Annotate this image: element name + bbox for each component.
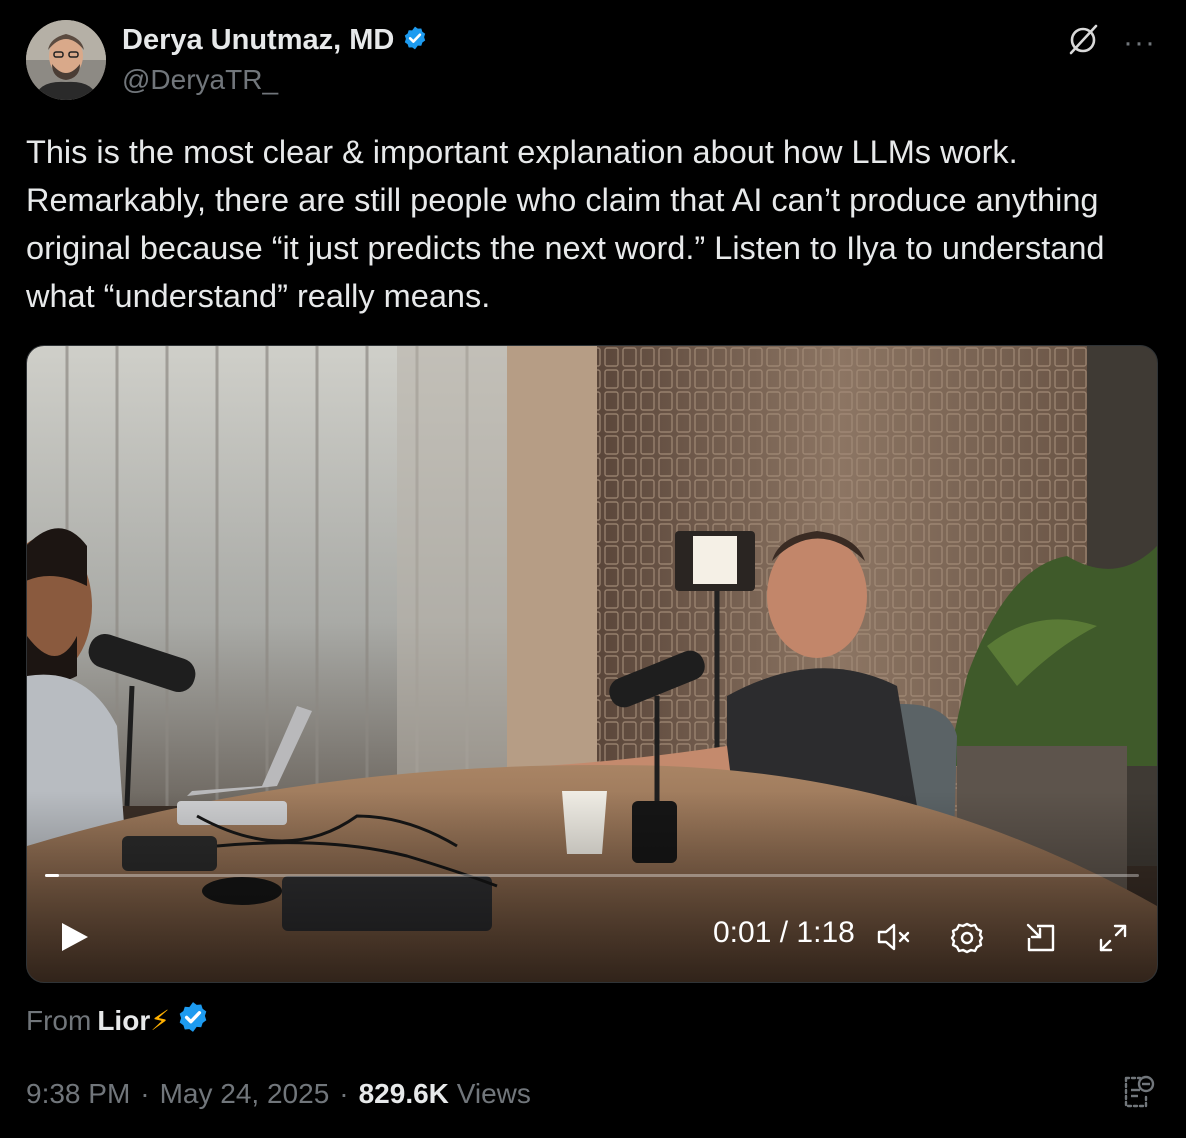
video-progress-fill — [45, 874, 60, 877]
meta-separator: · — [140, 1078, 150, 1109]
tweet-date[interactable]: May 24, 2025 — [160, 1078, 330, 1110]
lightning-emoji: ⚡ — [150, 1005, 170, 1036]
tweet-time[interactable]: 9:38 PM — [26, 1078, 130, 1110]
meta-separator: · — [339, 1078, 349, 1109]
current-time: 0:01 — [713, 916, 772, 949]
attribution-name[interactable]: Lior⚡ — [97, 1004, 170, 1037]
time-separator: / — [779, 916, 789, 949]
author-handle[interactable]: @DeryaTR_ — [122, 64, 278, 96]
tweet-header-actions: ··· — [1065, 22, 1156, 63]
video-time: 0:01 / 1:18 — [713, 916, 855, 950]
video-frame — [27, 346, 1157, 982]
tweet-text: This is the most clear & important expla… — [26, 134, 1105, 314]
attribution-verified-badge-icon[interactable] — [176, 1000, 210, 1041]
verified-badge-icon[interactable] — [402, 25, 428, 56]
avatar-image — [26, 20, 106, 100]
mute-icon[interactable] — [875, 920, 915, 959]
video-player[interactable]: 0:01 / 1:18 — [26, 345, 1158, 983]
author-name-row[interactable]: Derya Unutmaz, MD — [122, 24, 428, 57]
fullscreen-icon[interactable] — [1095, 920, 1131, 961]
dock-icon[interactable] — [1023, 920, 1059, 961]
from-label: From — [26, 1004, 92, 1036]
grok-icon[interactable] — [1065, 22, 1101, 63]
tweet-meta: 9:38 PM · May 24, 2025 · 829.6K Views — [26, 1078, 531, 1110]
duration: 1:18 — [796, 916, 855, 949]
author-display-name[interactable]: Derya Unutmaz, MD — [122, 24, 394, 57]
play-icon[interactable] — [57, 920, 91, 959]
more-options-icon[interactable]: ··· — [1123, 27, 1156, 58]
video-progress-bar[interactable] — [45, 874, 1139, 877]
views-count: 829.6K — [358, 1078, 449, 1109]
bookmark-analytics-icon[interactable] — [1116, 1072, 1156, 1117]
settings-icon[interactable] — [949, 920, 985, 961]
avatar[interactable] — [26, 20, 106, 100]
views-label: Views — [456, 1078, 531, 1109]
video-attribution: From Lior⚡ — [26, 1000, 210, 1041]
